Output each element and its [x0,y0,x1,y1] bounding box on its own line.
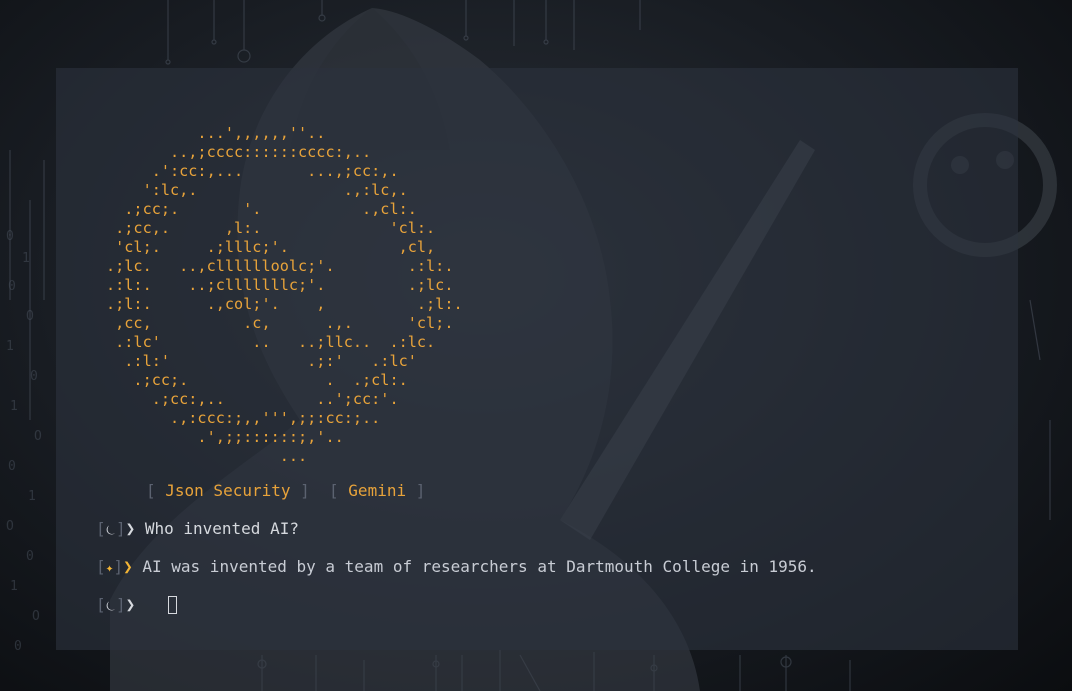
svg-text:O: O [34,429,42,444]
header-left-open-bracket: [ [146,481,166,500]
header-right-label: Gemini [348,481,407,500]
ascii-art-logo: ...',,,,,,''.. ..,;cccc::::::cccc:,.. .'… [106,124,463,465]
svg-text:1: 1 [6,339,14,354]
input-prompt-line[interactable]: [⏾]❯ [96,595,178,617]
svg-text:O: O [26,309,34,324]
svg-text:O: O [32,609,40,624]
svg-text:1: 1 [10,579,18,594]
terminal-window[interactable]: ...',,,,,,''.. ..,;cccc::::::cccc:,.. .'… [56,68,1018,650]
response-chevron-icon: ❯ [123,557,143,576]
user-icon: ⏾ [105,599,116,614]
svg-text:0: 0 [30,369,38,384]
svg-text:0: 0 [14,639,22,654]
header-left-close-bracket: ] [ [290,481,349,500]
assistant-response-line: [✦]❯ AI was invented by a team of resear… [96,557,817,576]
header-left-label: Json Security [165,481,291,500]
svg-text:1: 1 [28,489,36,504]
prompt-chevron-icon: ❯ [125,595,136,614]
prompt-chevron-icon: ❯ [125,519,145,538]
user-message: Who invented AI? [144,519,299,538]
svg-text:1: 1 [22,251,30,266]
session-header: [ Json Security ] [ Gemini ] [146,481,425,501]
svg-text:0: 0 [8,459,16,474]
user-prompt-line: [⏾]❯ Who invented AI? [96,519,299,538]
text-cursor [168,596,178,614]
svg-text:0: 0 [6,229,14,244]
svg-text:0: 0 [26,549,34,564]
svg-text:O: O [6,519,14,534]
assistant-message: AI was invented by a team of researchers… [142,557,817,576]
header-right-close-bracket: ] [406,481,426,500]
user-icon: ⏾ [105,523,116,538]
svg-text:1: 1 [10,399,18,414]
svg-text:0: 0 [8,279,16,294]
